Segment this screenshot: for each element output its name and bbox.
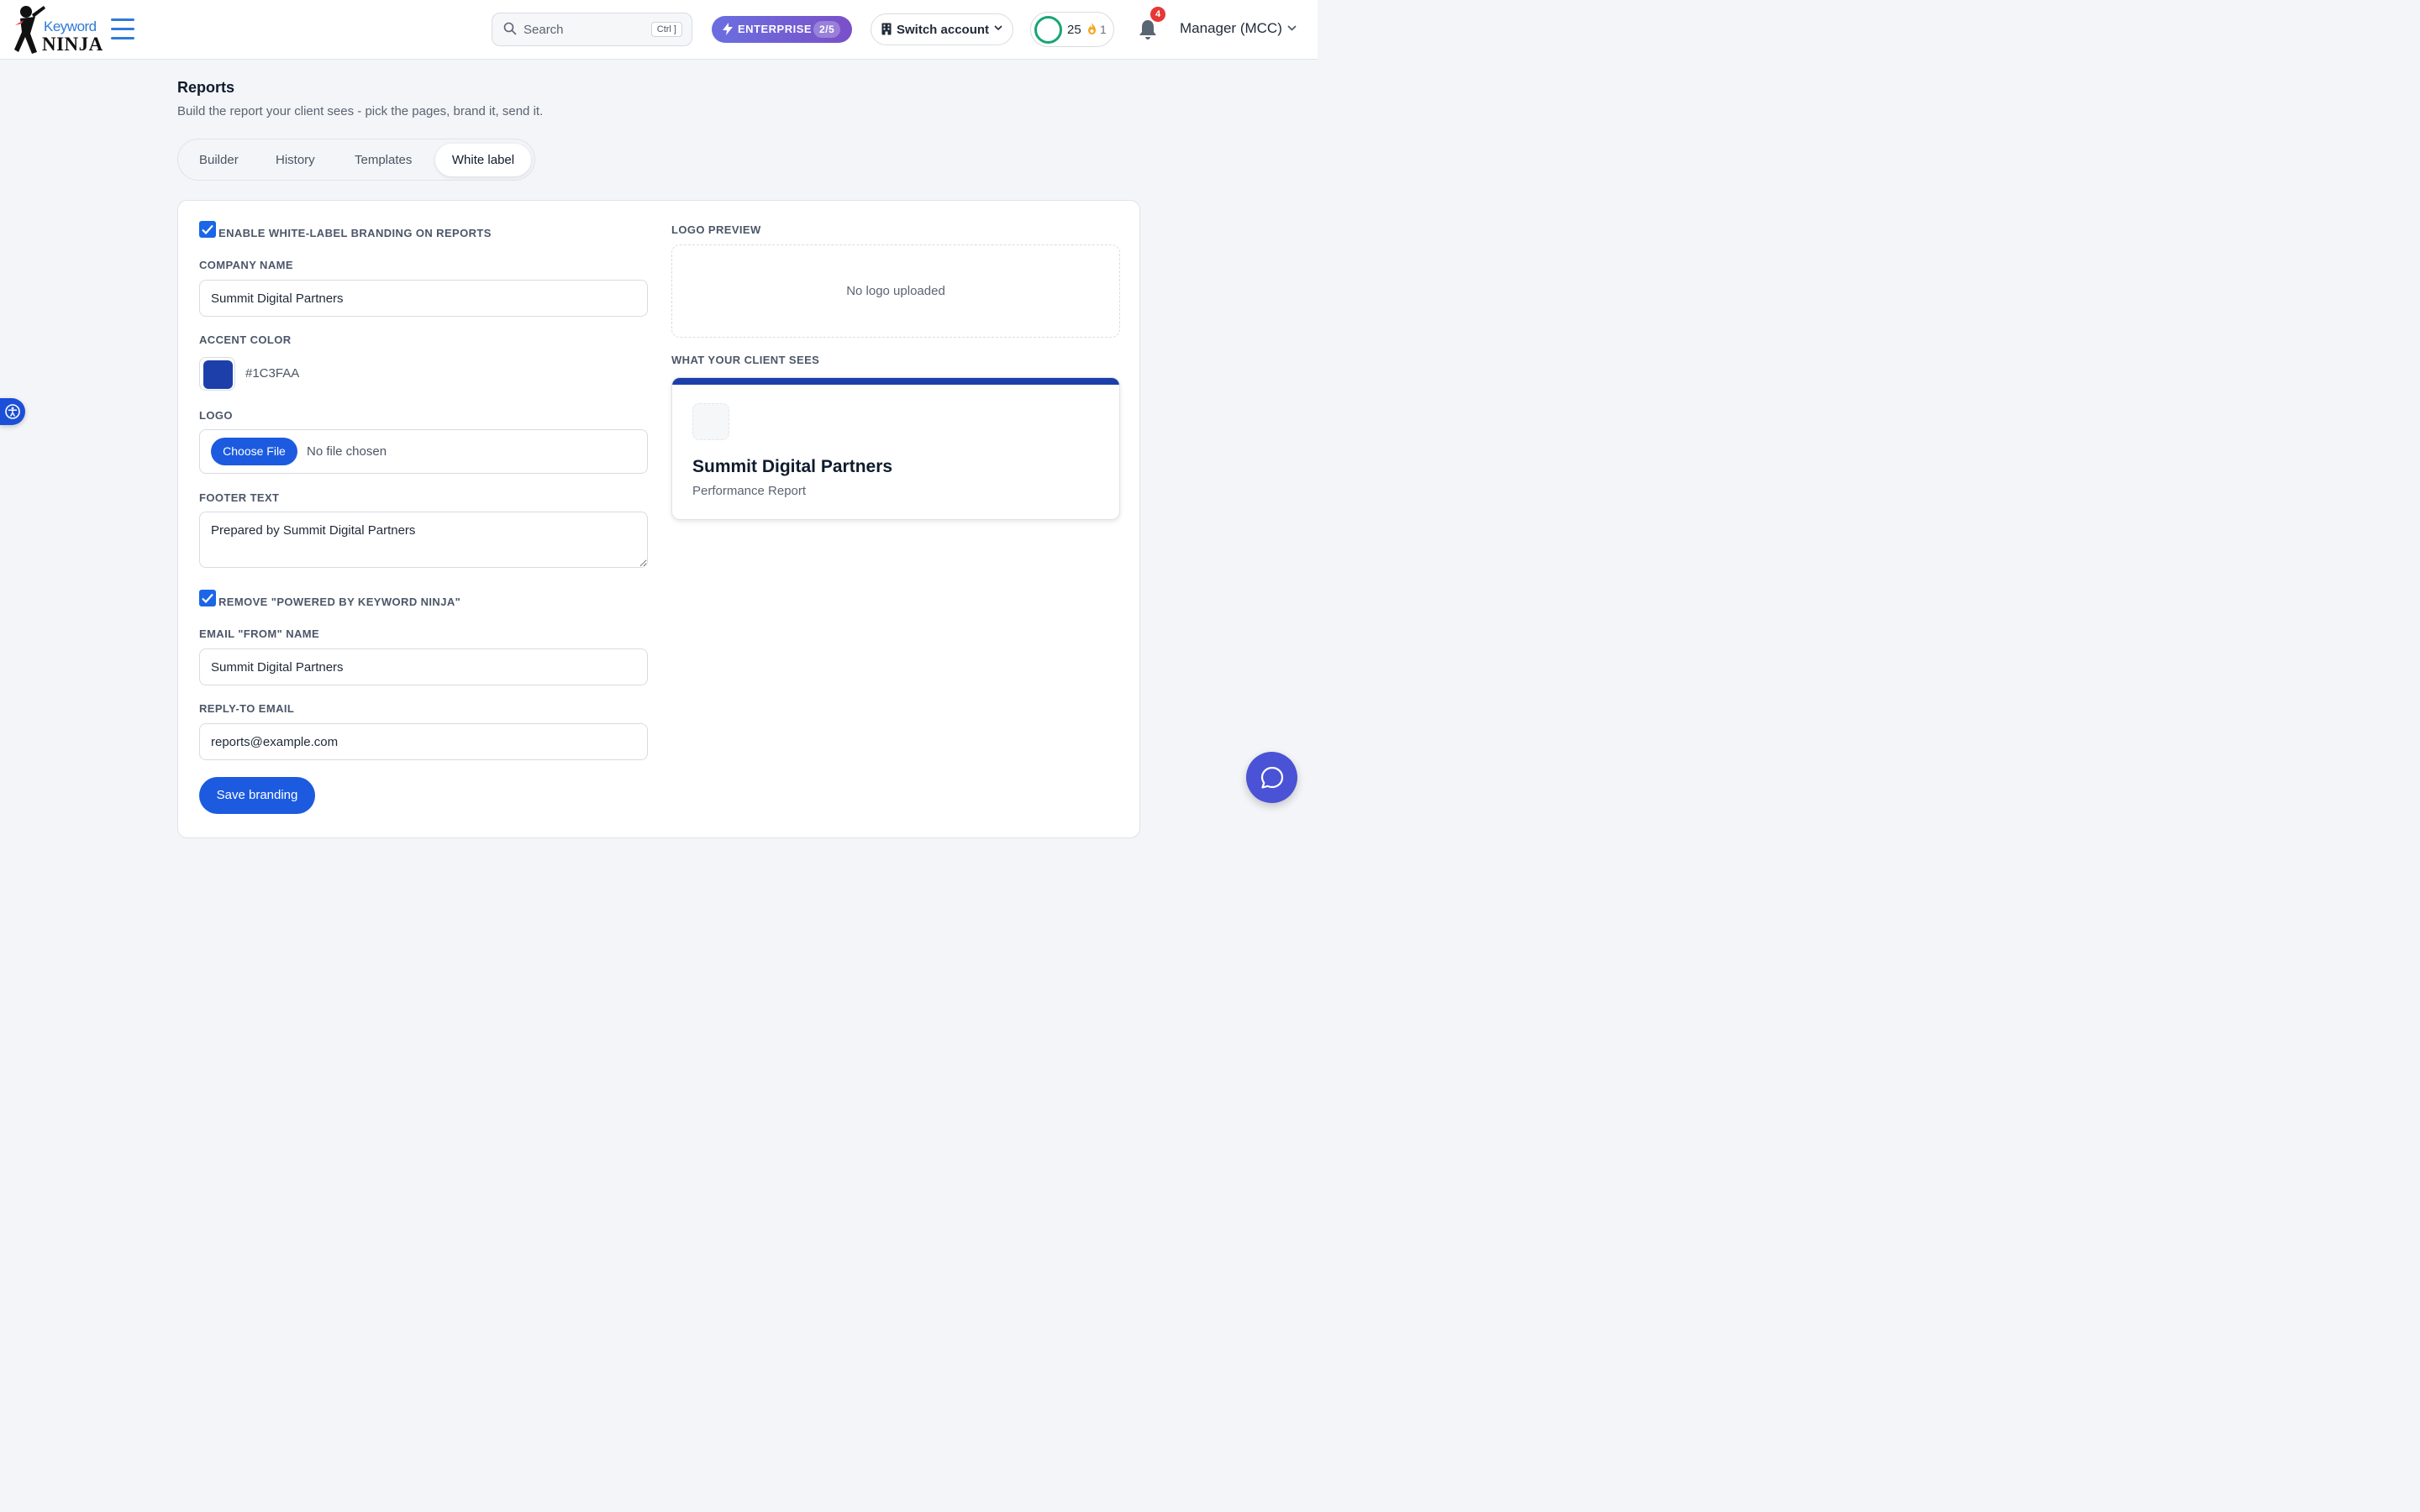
accessibility-button[interactable] (0, 398, 25, 425)
streak-count: 1 (1100, 23, 1107, 36)
white-label-card: Enable white-label branding on reports C… (177, 200, 1140, 838)
email-from-label: Email "From" name (199, 627, 320, 640)
accessibility-icon (5, 404, 20, 419)
flame-icon (1088, 23, 1096, 34)
chevron-down-icon[interactable] (1287, 25, 1297, 31)
page-title: Reports (177, 79, 235, 96)
ninja-figure-icon (14, 6, 45, 54)
footer-text-input[interactable]: Prepared by Summit Digital Partners (199, 512, 648, 568)
hamburger-icon[interactable] (111, 18, 134, 40)
switch-account-button[interactable]: Switch account (871, 13, 1013, 45)
company-name-label: Company name (199, 259, 293, 271)
accent-color-picker[interactable] (199, 357, 235, 391)
credit-count: 25 (1067, 23, 1081, 37)
switch-account-label: Switch account (897, 23, 990, 37)
remove-powered-by-checkbox[interactable] (199, 590, 216, 606)
accent-color-hex: #1C3FAA (245, 366, 300, 381)
client-company-name: Summit Digital Partners (692, 457, 893, 476)
search-box[interactable]: Search Ctrl ] (492, 13, 692, 46)
reports-tabs: Builder History Templates White label (177, 139, 535, 181)
bell-icon[interactable] (1138, 18, 1158, 40)
check-icon (202, 224, 213, 235)
client-sees-label: What your client sees (671, 354, 820, 366)
page-subtitle: Build the report your client sees - pick… (177, 104, 544, 118)
logo-file-input[interactable]: Choose File No file chosen (199, 429, 648, 474)
notification-badge: 4 (1150, 7, 1165, 22)
logo-ninja-text: NINJA (42, 34, 103, 55)
tab-history[interactable]: History (276, 153, 315, 167)
company-name-input[interactable] (199, 280, 648, 317)
check-icon (202, 593, 213, 604)
search-icon (503, 22, 517, 35)
choose-file-button[interactable]: Choose File (211, 438, 297, 465)
footer-text-label: Footer text (199, 491, 280, 504)
client-preview-card: Summit Digital Partners Performance Repo… (671, 377, 1120, 520)
logo-label: Logo (199, 409, 233, 422)
account-menu[interactable]: Manager (MCC) (1180, 20, 1282, 37)
keyword-ninja-logo[interactable]: Keyword NINJA (12, 3, 103, 55)
save-branding-button[interactable]: Save branding (199, 777, 315, 814)
accent-color-label: Accent color (199, 333, 292, 346)
logo-preview-box: No logo uploaded (671, 244, 1120, 338)
accent-color-swatch (203, 360, 233, 389)
enterprise-plan-badge[interactable]: ENTERPRISE 2/5 (712, 16, 852, 43)
plan-label: ENTERPRISE (738, 23, 813, 35)
logo-placeholder (692, 403, 729, 440)
building-icon (881, 23, 892, 35)
chevron-down-icon (994, 25, 1002, 31)
chat-bubble-icon (1260, 766, 1284, 789)
lightning-icon (723, 23, 733, 35)
search-shortcut: Ctrl ] (650, 22, 682, 37)
credit-ring (1034, 16, 1062, 44)
client-report-title: Performance Report (692, 484, 807, 498)
email-from-input[interactable] (199, 648, 648, 685)
no-logo-text: No logo uploaded (846, 284, 945, 298)
chat-button[interactable] (1246, 752, 1297, 803)
plan-count: 2/5 (813, 21, 841, 38)
tab-templates[interactable]: Templates (355, 153, 412, 167)
logo-preview-label: Logo preview (671, 223, 761, 236)
reply-to-label: Reply-to email (199, 702, 295, 715)
enable-white-label-label: Enable white-label branding on reports (218, 227, 492, 239)
reply-to-input[interactable] (199, 723, 648, 760)
enable-white-label-checkbox[interactable] (199, 221, 216, 238)
top-header: Keyword NINJA Search Ctrl ] ENTERPRISE 2… (0, 0, 1318, 60)
search-placeholder: Search (523, 23, 564, 37)
credits-pill[interactable]: 25 1 (1030, 12, 1114, 47)
no-file-chosen-text: No file chosen (307, 444, 387, 459)
tab-builder[interactable]: Builder (199, 153, 239, 167)
tab-white-label[interactable]: White label (435, 144, 531, 176)
accent-bar (672, 378, 1119, 385)
logo-wordmark: Keyword (44, 18, 97, 34)
remove-powered-by-label: Remove "Powered by Keyword Ninja" (218, 596, 461, 608)
